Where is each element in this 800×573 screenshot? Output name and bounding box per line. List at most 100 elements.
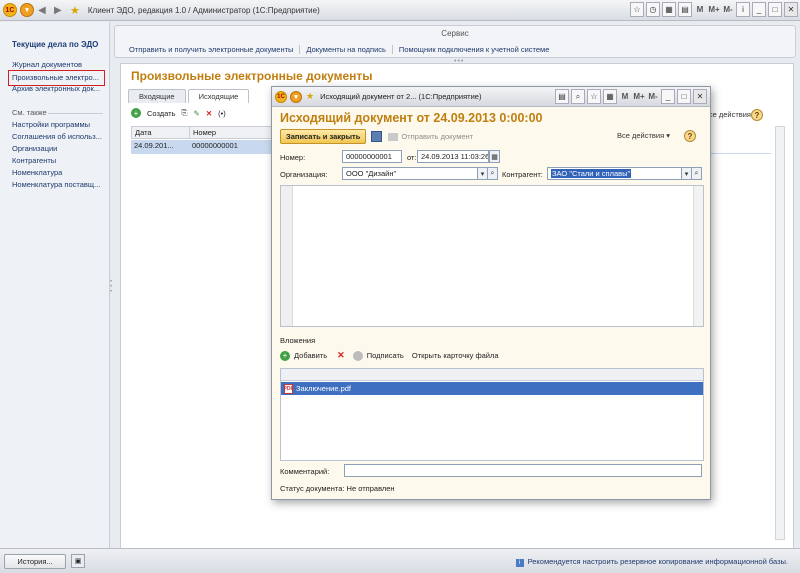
history-button[interactable]: История... — [4, 554, 66, 569]
date-field[interactable]: 24.09.2013 11:03:26 — [417, 150, 489, 163]
modal-print-icon[interactable]: ▤ — [555, 89, 569, 104]
calculator-icon[interactable]: ▤ — [678, 2, 692, 17]
date-picker-icon[interactable]: ▦ — [489, 150, 500, 163]
backup-recommendation[interactable]: i Рекомендуется настроить резервное копир… — [515, 557, 788, 567]
comment-field[interactable] — [344, 464, 702, 477]
create-plus-icon[interactable]: + — [131, 108, 141, 118]
calendar-icon[interactable]: ▦ — [662, 2, 676, 17]
status-value: Не отправлен — [346, 484, 395, 493]
send-document-button[interactable]: Отправить документ — [388, 132, 473, 141]
history-icon[interactable]: ◷ — [646, 2, 660, 17]
sign-icon[interactable] — [352, 350, 363, 361]
favorites-icon[interactable]: ☆ — [630, 2, 644, 17]
info-icon: i — [515, 559, 524, 567]
text-area-scrollbar[interactable] — [693, 186, 703, 326]
grid-header: Дата Номер — [131, 126, 281, 139]
modal-titlebar: 1С ▾ ★ Исходящий документ от 2... (1С:Пр… — [272, 87, 710, 107]
tab-incoming[interactable]: Входящие — [128, 89, 186, 103]
add-attachment-button[interactable]: Добавить — [294, 351, 327, 360]
cell-date: 24.09.201... — [134, 141, 174, 150]
organization-label: Организация: — [280, 170, 328, 179]
favorites-star-icon[interactable]: ★ — [70, 4, 80, 17]
info-icon[interactable]: i — [736, 2, 750, 17]
window-title: Клиент ЭДО, редакция 1.0 / Администратор… — [87, 5, 320, 15]
modal-memory-plus-icon[interactable]: M+ — [633, 89, 645, 104]
memory-minus-icon[interactable]: M- — [722, 2, 734, 17]
tab-outgoing[interactable]: Исходящие — [187, 89, 250, 103]
edit-pencil-icon[interactable]: ✎ — [194, 109, 200, 118]
modal-star-icon[interactable]: ☆ — [587, 89, 601, 104]
sidebar-item-agreements[interactable]: Соглашения об использ... — [12, 132, 102, 141]
modal-favorite-star-icon[interactable]: ★ — [306, 91, 314, 102]
send-document-label: Отправить документ — [401, 132, 474, 141]
all-actions-label: Все действия — [616, 131, 665, 140]
sidebar-item-journal[interactable]: Журнал документов — [12, 60, 82, 69]
attachments-header — [281, 369, 703, 381]
service-link-exchange[interactable]: Отправить и получить электронные докумен… — [123, 45, 301, 54]
attachments-list: PDF Заключение.pdf — [280, 368, 704, 461]
forward-arrow-icon[interactable]: ▶ — [54, 5, 66, 16]
status-label: Статус документа: — [280, 484, 345, 493]
counterparty-label: Контрагент: — [502, 170, 543, 179]
modal-memory-minus-icon[interactable]: M- — [647, 89, 659, 104]
modal-maximize-icon[interactable]: □ — [677, 89, 691, 104]
modal-search-icon[interactable]: ⌕ — [571, 89, 585, 104]
close-icon[interactable]: ✕ — [784, 2, 798, 17]
see-also-divider — [48, 113, 103, 114]
modal-menu-icon[interactable]: ▾ — [290, 90, 302, 103]
number-field[interactable]: 00000000001 — [342, 150, 402, 163]
counterparty-value: ЗАО "Стали и сплавы" — [551, 169, 632, 178]
copy-icon[interactable]: ⎘ — [182, 108, 188, 118]
delete-icon[interactable]: ✕ — [206, 109, 212, 118]
modal-close-icon[interactable]: ✕ — [693, 89, 707, 104]
service-link-connect-wizard[interactable]: Помощник подключения к учетной системе — [393, 45, 555, 54]
maximize-icon[interactable]: □ — [768, 2, 782, 17]
main-menu-icon[interactable]: ▾ — [20, 3, 34, 17]
sidebar-item-archive[interactable]: Архив электронных док... — [12, 84, 100, 93]
open-file-card-button[interactable]: Открыть карточку файла — [412, 351, 499, 360]
sidebar-item-counterparties[interactable]: Контрагенты — [12, 156, 56, 165]
create-button[interactable]: Создать — [147, 109, 176, 118]
pdf-file-icon: PDF — [283, 383, 294, 394]
document-text-area[interactable] — [280, 185, 704, 327]
sign-button[interactable]: Подписать — [367, 351, 404, 360]
sidebar-item-supplier-nomenclature[interactable]: Номенклатура поставщ... — [12, 180, 100, 189]
back-arrow-icon[interactable]: ◀ — [38, 5, 50, 16]
link-icon[interactable]: (•) — [218, 109, 226, 118]
modal-memory-m-icon[interactable]: M — [619, 89, 631, 104]
status-bar: История... ▣ i Рекомендуется настроить ре… — [0, 548, 800, 573]
col-number[interactable]: Номер — [190, 127, 280, 138]
sidebar: Текущие дела по ЭДО Журнал документов Пр… — [0, 22, 110, 548]
sidebar-title: Текущие дела по ЭДО — [12, 40, 99, 49]
modal-minimize-icon[interactable]: _ — [661, 89, 675, 104]
sidebar-item-settings[interactable]: Настройки программы — [12, 120, 90, 129]
service-link-sign[interactable]: Документы на подпись — [300, 45, 393, 54]
list-item[interactable]: PDF Заключение.pdf — [281, 382, 703, 395]
cell-number: 00000000001 — [192, 141, 238, 150]
memory-m-icon[interactable]: M — [694, 2, 706, 17]
bg-scrollbar[interactable] — [775, 126, 785, 540]
counterparty-search-icon[interactable]: ⌕ — [691, 167, 702, 180]
table-row[interactable]: 24.09.201... 00000000001 — [131, 140, 281, 153]
all-actions-menu[interactable]: Все действия ▾ — [617, 131, 670, 140]
bg-help-icon[interactable]: ? — [751, 109, 763, 121]
modal-1c-logo-icon[interactable]: 1С — [275, 90, 287, 103]
delete-attachment-icon[interactable]: ✕ — [337, 350, 345, 361]
memory-plus-icon[interactable]: M+ — [708, 2, 720, 17]
organization-search-icon[interactable]: ⌕ — [487, 167, 498, 180]
sidebar-resize-handle[interactable]: • • • — [110, 279, 112, 295]
minimize-icon[interactable]: _ — [752, 2, 766, 17]
save-disk-icon[interactable] — [371, 131, 383, 142]
sidebar-item-nomenclature[interactable]: Номенклатура — [12, 168, 62, 177]
modal-help-icon[interactable]: ? — [684, 130, 696, 142]
save-and-close-button[interactable]: Записать и закрыть — [280, 129, 367, 144]
1c-logo-icon[interactable]: 1С — [3, 3, 17, 17]
modal-calendar-icon[interactable]: ▦ — [603, 89, 617, 104]
organization-field[interactable]: ООО "Дизайн" — [342, 167, 479, 180]
sidebar-item-organizations[interactable]: Организации — [12, 144, 57, 153]
col-date[interactable]: Дата — [132, 127, 190, 138]
add-plus-icon[interactable]: + — [280, 350, 290, 361]
windows-list-icon[interactable]: ▣ — [71, 554, 85, 568]
attachment-filename: Заключение.pdf — [296, 384, 351, 393]
counterparty-field[interactable]: ЗАО "Стали и сплавы" — [547, 167, 683, 180]
